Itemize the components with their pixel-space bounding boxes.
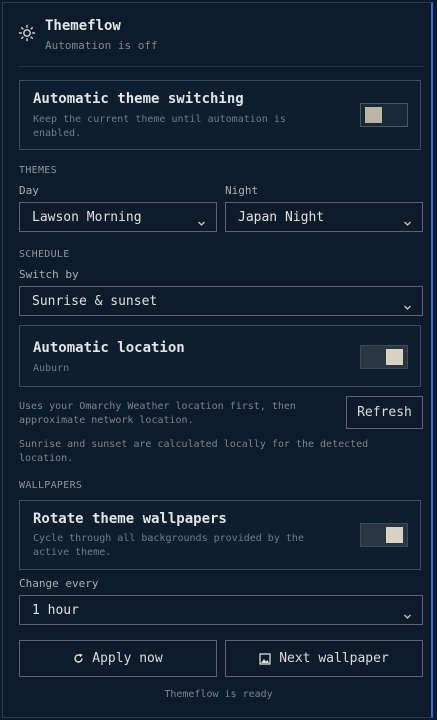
automatic-switching-description: Keep the current theme until automation … (33, 114, 286, 139)
app-title: Themeflow (45, 18, 121, 34)
automatic-location-title: Automatic location (33, 340, 185, 356)
day-label: Day (19, 184, 39, 197)
calculation-note: Sunrise and sunset are calculated locall… (19, 439, 369, 464)
rotate-wallpapers-card: Rotate theme wallpapers Cycle through al… (19, 500, 421, 570)
automatic-location-toggle[interactable] (360, 345, 408, 369)
sun-icon (18, 24, 36, 42)
automatic-switching-toggle[interactable] (360, 103, 408, 127)
change-every-select[interactable]: 1 hour (19, 595, 423, 625)
automatic-location-card: Automatic location Auburn (19, 325, 421, 387)
switch-by-select[interactable]: Sunrise & sunset (19, 286, 423, 316)
switch-by-value: Sunrise & sunset (32, 294, 158, 309)
themes-section-label: THEMES (19, 165, 57, 176)
chevron-down-icon (403, 606, 412, 619)
location-note: Uses your Omarchy Weather location first… (19, 401, 296, 426)
rotate-wallpapers-title: Rotate theme wallpapers (33, 511, 227, 527)
automation-status: Automation is off (45, 39, 158, 52)
day-theme-select[interactable]: Lawson Morning (19, 202, 217, 232)
next-wallpaper-button[interactable]: Next wallpaper (225, 640, 423, 677)
location-name: Auburn (33, 363, 70, 374)
refresh-button-label: Refresh (357, 405, 412, 420)
toggle-knob (386, 349, 403, 365)
refresh-icon (73, 653, 84, 664)
chevron-down-icon (403, 297, 412, 310)
wallpapers-section-label: WALLPAPERS (19, 480, 83, 491)
image-icon (259, 652, 271, 665)
night-label: Night (225, 184, 259, 197)
apply-now-button[interactable]: Apply now (19, 640, 217, 677)
schedule-section-label: SCHEDULE (19, 249, 70, 260)
change-every-value: 1 hour (32, 603, 79, 618)
header: Themeflow Automation is off (18, 18, 423, 67)
day-theme-value: Lawson Morning (32, 210, 142, 225)
night-theme-select[interactable]: Japan Night (225, 202, 423, 232)
toggle-knob (365, 107, 382, 123)
rotate-wallpapers-toggle[interactable] (360, 523, 408, 547)
change-every-label: Change every (19, 577, 99, 590)
chevron-down-icon (197, 213, 206, 226)
toggle-knob (386, 527, 403, 543)
status-message: Themeflow is ready (164, 689, 273, 700)
rotate-wallpapers-description: Cycle through all backgrounds provided b… (33, 533, 304, 558)
chevron-down-icon (403, 213, 412, 226)
switch-by-label: Switch by (19, 268, 79, 281)
refresh-button[interactable]: Refresh (346, 396, 423, 429)
automatic-switching-title: Automatic theme switching (33, 91, 244, 107)
apply-now-label: Apply now (92, 651, 163, 666)
next-wallpaper-label: Next wallpaper (279, 651, 389, 666)
automatic-switching-card: Automatic theme switching Keep the curre… (19, 80, 421, 150)
night-theme-value: Japan Night (238, 210, 325, 225)
